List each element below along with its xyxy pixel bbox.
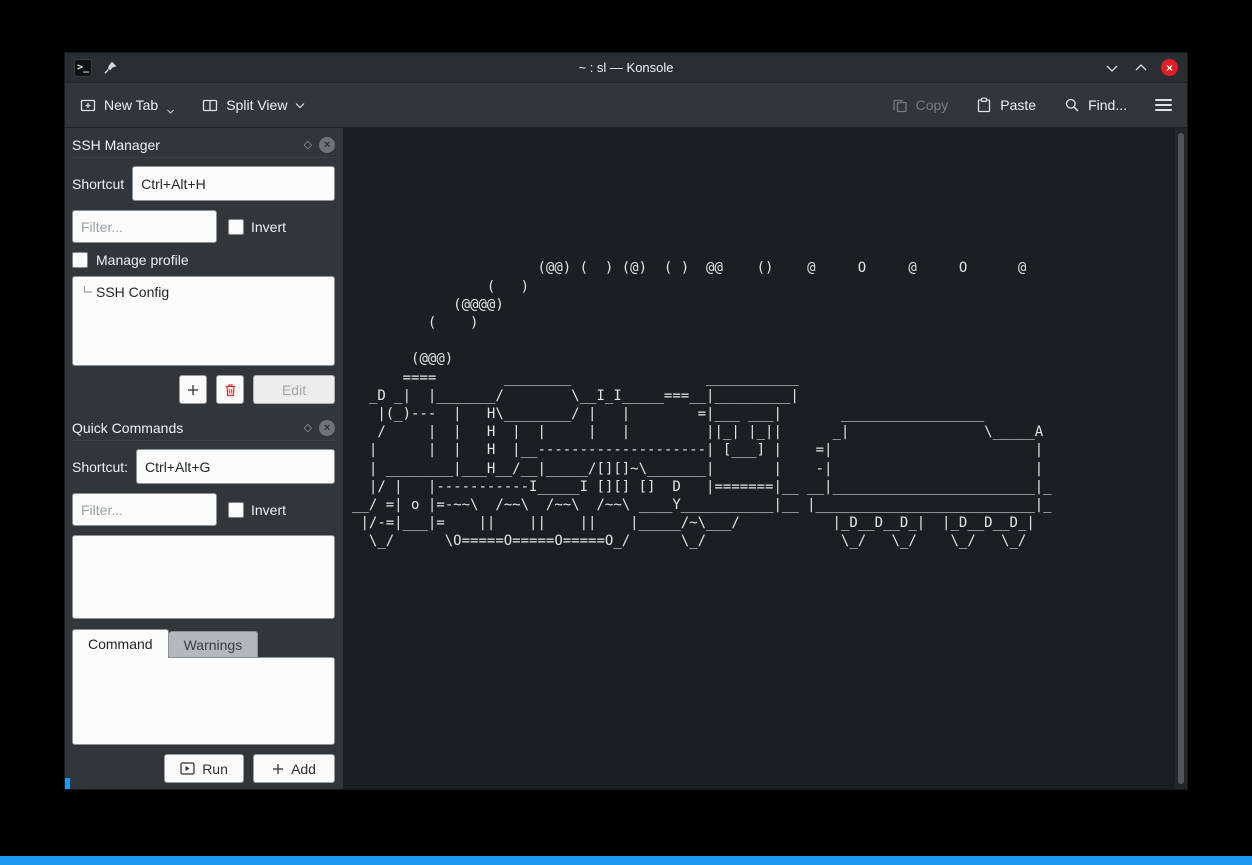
konsole-app-icon: >_ — [74, 59, 92, 77]
ssh-filter-row: Invert — [72, 210, 335, 243]
ssh-filter-input[interactable] — [72, 210, 217, 243]
qc-filter-input[interactable] — [72, 493, 217, 526]
chevron-up-icon — [1135, 64, 1147, 72]
add-profile-button[interactable] — [179, 375, 207, 404]
delete-profile-button[interactable] — [216, 375, 244, 404]
qc-command-editor[interactable] — [72, 657, 335, 745]
search-icon — [1064, 97, 1080, 113]
run-button[interactable]: Run — [164, 754, 244, 783]
minimize-button[interactable] — [1103, 59, 1121, 77]
run-label: Run — [202, 761, 228, 777]
qc-filter-row: Invert — [72, 493, 335, 526]
paste-button[interactable]: Paste — [976, 97, 1036, 113]
copy-label: Copy — [916, 97, 949, 113]
paste-icon — [976, 97, 992, 113]
manage-profile-row: Manage profile — [72, 252, 335, 268]
close-icon: × — [324, 423, 330, 434]
caret-down-icon — [167, 109, 174, 114]
tab-command[interactable]: Command — [72, 629, 169, 658]
new-tab-label: New Tab — [104, 97, 158, 113]
terminal-view[interactable]: (@@) ( ) (@) ( ) @@ () @ O @ O @ ( ) (@@… — [343, 128, 1187, 789]
split-view-button[interactable]: Split View — [202, 97, 305, 113]
tree-item-label: SSH Config — [96, 284, 169, 300]
qc-tabs: Command Warnings — [72, 629, 335, 657]
titlebar[interactable]: >_ ~ : sl — Konsole — [65, 53, 1187, 83]
qc-shortcut-input[interactable] — [136, 449, 335, 484]
ssh-buttons-row: Edit — [72, 375, 335, 404]
list-item-ssh-config[interactable]: SSH Config — [73, 277, 334, 300]
hamburger-menu-button[interactable] — [1155, 99, 1172, 111]
pin-icon[interactable] — [101, 59, 119, 77]
qc-command-list[interactable] — [72, 535, 335, 619]
konsole-window: >_ ~ : sl — Konsole — [64, 52, 1188, 790]
edit-profile-button[interactable]: Edit — [253, 375, 335, 404]
add-command-button[interactable]: Add — [253, 754, 335, 783]
qc-shortcut-row: Shortcut: — [72, 449, 335, 484]
find-label: Find... — [1088, 97, 1127, 113]
float-panel-icon[interactable]: ◇ — [304, 140, 312, 151]
invert-label: Invert — [251, 219, 286, 235]
float-panel-icon[interactable]: ◇ — [304, 423, 312, 434]
split-view-label: Split View — [226, 97, 287, 113]
run-icon — [180, 762, 195, 775]
quick-commands-panel: Quick Commands ◇ × Shortcut: — [72, 416, 335, 783]
split-view-icon — [202, 97, 218, 113]
close-panel-button[interactable]: × — [319, 420, 335, 436]
copy-icon — [892, 97, 908, 113]
close-icon: × — [1166, 62, 1173, 74]
tree-branch-icon — [83, 286, 93, 298]
trash-icon — [224, 383, 237, 397]
close-button[interactable]: × — [1161, 59, 1178, 76]
desktop: >_ ~ : sl — Konsole — [0, 0, 1252, 865]
scrollbar-thumb[interactable] — [1178, 133, 1184, 784]
desktop-panel-edge — [0, 856, 1252, 865]
tab-warnings[interactable]: Warnings — [169, 631, 259, 657]
ssh-shortcut-row: Shortcut — [72, 166, 335, 201]
add-label: Add — [291, 761, 316, 777]
window-title: ~ : sl — Konsole — [65, 60, 1187, 75]
find-button[interactable]: Find... — [1064, 97, 1127, 113]
new-tab-icon — [80, 97, 96, 113]
ssh-shortcut-input[interactable] — [132, 166, 335, 201]
paste-label: Paste — [1000, 97, 1036, 113]
shortcut-label: Shortcut: — [72, 459, 128, 475]
quick-commands-title: Quick Commands — [72, 420, 183, 436]
quick-commands-header: Quick Commands ◇ × — [72, 416, 335, 441]
sl-train-ascii-art: (@@) ( ) (@) ( ) @@ () @ O @ O @ ( ) (@@… — [343, 128, 1187, 551]
new-tab-button[interactable]: New Tab — [80, 97, 174, 114]
manage-profile-label: Manage profile — [96, 252, 189, 268]
chevron-down-icon — [1106, 64, 1118, 72]
ssh-invert-checkbox[interactable] — [228, 219, 244, 235]
window-corner-accent — [65, 778, 70, 789]
ssh-manager-title: SSH Manager — [72, 137, 160, 153]
ssh-profile-list[interactable]: SSH Config — [72, 276, 335, 366]
close-panel-button[interactable]: × — [319, 137, 335, 153]
shortcut-label: Shortcut — [72, 176, 124, 192]
sidebar: SSH Manager ◇ × Shortcut — [65, 128, 343, 789]
close-icon: × — [324, 140, 330, 151]
terminal-scrollbar[interactable] — [1175, 128, 1187, 789]
plus-icon — [272, 763, 284, 775]
plus-icon — [187, 384, 199, 396]
main-area: SSH Manager ◇ × Shortcut — [65, 128, 1187, 789]
ssh-manager-header: SSH Manager ◇ × — [72, 133, 335, 158]
maximize-button[interactable] — [1132, 59, 1150, 77]
qc-invert-checkbox[interactable] — [228, 502, 244, 518]
manage-profile-checkbox[interactable] — [72, 252, 88, 268]
invert-label: Invert — [251, 502, 286, 518]
qc-buttons-row: Run Add — [72, 754, 335, 783]
toolbar: New Tab Split View — [65, 83, 1187, 128]
copy-button[interactable]: Copy — [892, 97, 949, 113]
hamburger-icon — [1155, 99, 1172, 101]
chevron-down-icon — [295, 102, 305, 109]
ssh-manager-panel: SSH Manager ◇ × Shortcut — [72, 133, 335, 404]
